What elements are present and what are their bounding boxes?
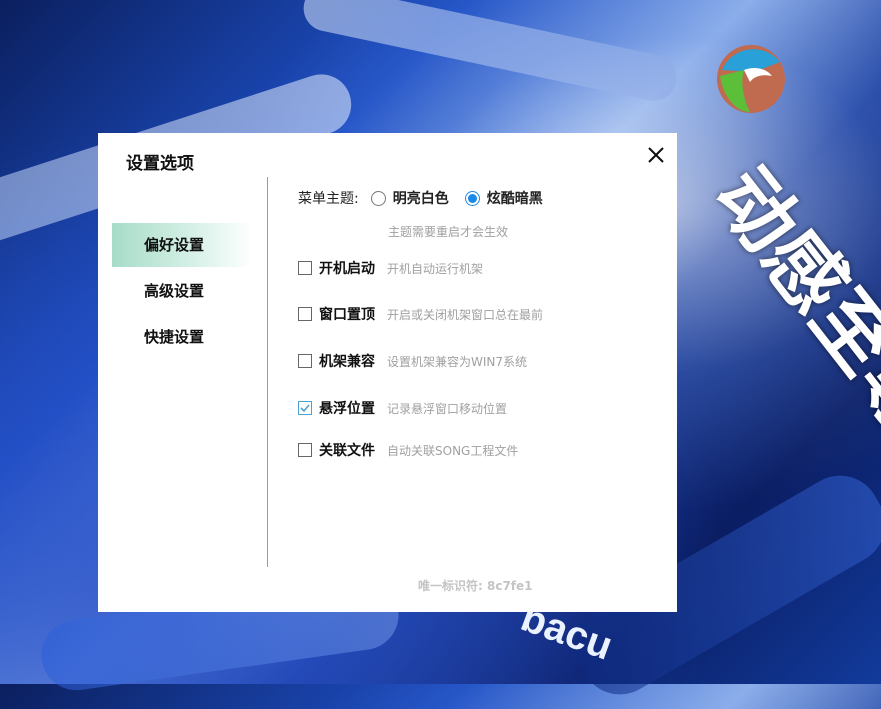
check-icon — [300, 404, 310, 413]
settings-dialog: 设置选项 偏好设置 高级设置 快捷设置 菜单主题: 明亮白色 炫酷暗黑 主题需要… — [98, 133, 677, 612]
settings-sidebar: 偏好设置 高级设置 快捷设置 — [112, 223, 252, 361]
theme-label: 菜单主题: — [298, 191, 359, 207]
sidebar-item-advanced[interactable]: 高级设置 — [112, 269, 252, 313]
theme-option-dark[interactable]: 炫酷暗黑 — [464, 188, 543, 208]
option-label: 悬浮位置 — [319, 401, 375, 417]
sidebar-item-preferences[interactable]: 偏好设置 — [112, 223, 252, 267]
option-file-association: 关联文件 自动关联SONG工程文件 — [298, 440, 518, 460]
theme-option-dark-label: 炫酷暗黑 — [486, 191, 543, 207]
option-compatibility: 机架兼容 设置机架兼容为WIN7系统 — [298, 351, 527, 371]
option-float-position: 悬浮位置 记录悬浮窗口移动位置 — [298, 398, 507, 418]
theme-option-light[interactable]: 明亮白色 — [370, 188, 449, 208]
background-slogan: 动感至尊 — [696, 151, 881, 454]
option-desc: 记录悬浮窗口移动位置 — [387, 401, 508, 416]
dialog-title: 设置选项 — [126, 154, 194, 174]
option-desc: 设置机架兼容为WIN7系统 — [387, 354, 528, 369]
option-label: 开机启动 — [319, 261, 375, 277]
unique-id-label: 唯一标识符: 8c7fe1 — [418, 579, 533, 593]
theme-hint: 主题需要重启才会生效 — [388, 225, 509, 239]
option-desc: 自动关联SONG工程文件 — [387, 443, 519, 458]
theme-option-light-label: 明亮白色 — [392, 191, 449, 207]
sidebar-item-shortcuts[interactable]: 快捷设置 — [112, 315, 252, 359]
option-label: 机架兼容 — [319, 354, 375, 370]
option-desc: 开机自动运行机架 — [387, 261, 484, 276]
checkbox-compatibility[interactable] — [298, 354, 312, 368]
option-autostart: 开机启动 开机自动运行机架 — [298, 258, 483, 278]
app-logo-icon — [717, 45, 785, 113]
checkbox-always-on-top[interactable] — [298, 307, 312, 321]
option-always-on-top: 窗口置顶 开启或关闭机架窗口总在最前 — [298, 304, 543, 324]
radio-light[interactable] — [370, 190, 386, 206]
close-icon — [648, 147, 664, 163]
checkbox-file-association[interactable] — [298, 443, 312, 457]
radio-dark[interactable] — [464, 190, 480, 206]
option-desc: 开启或关闭机架窗口总在最前 — [387, 307, 544, 322]
background-stripe — [299, 0, 681, 106]
theme-row: 菜单主题: 明亮白色 炫酷暗黑 — [298, 188, 559, 208]
option-label: 窗口置顶 — [319, 307, 375, 323]
checkbox-float-position[interactable] — [298, 401, 312, 415]
sidebar-divider — [267, 177, 268, 567]
option-label: 关联文件 — [319, 443, 375, 459]
close-button[interactable] — [644, 143, 668, 167]
checkbox-autostart[interactable] — [298, 261, 312, 275]
